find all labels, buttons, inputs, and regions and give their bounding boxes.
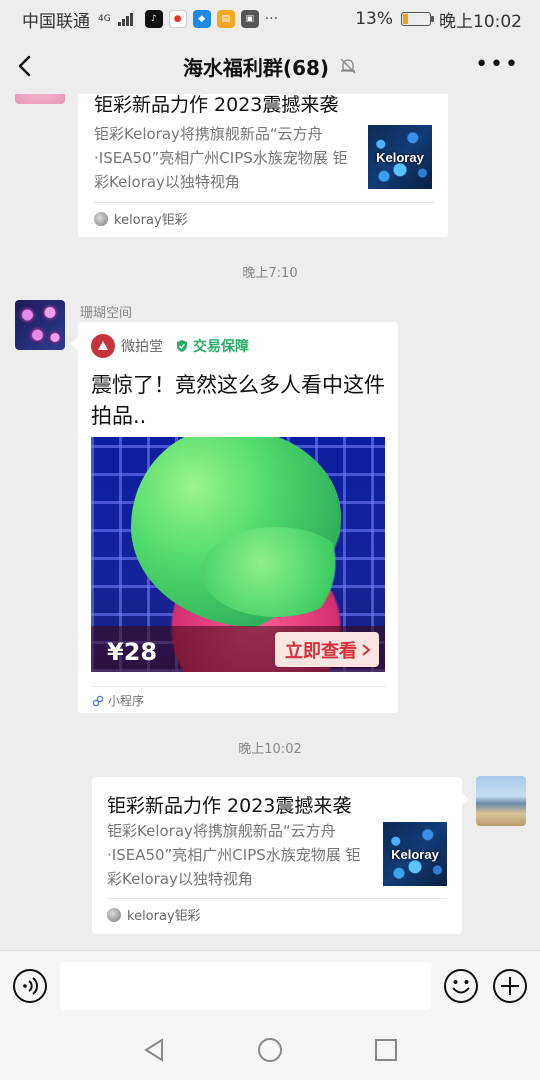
system-recents-icon[interactable]: [372, 1036, 400, 1064]
bubble-tail: [70, 337, 78, 351]
map-pin-icon: ●: [168, 10, 187, 28]
card-divider: [94, 202, 434, 203]
chat-list[interactable]: 钜彩新品力作 2023震撼来袭 钜彩Keloray将携旗舰新品“云方舟·ISEA…: [0, 94, 540, 950]
message-input[interactable]: [60, 962, 431, 1010]
thumbnail-brand: Keloray: [376, 149, 424, 165]
chat-header: 海水福利群(68) •••: [0, 38, 540, 94]
system-back-icon[interactable]: [140, 1036, 168, 1064]
emoji-icon[interactable]: [443, 968, 479, 1004]
more-options-icon[interactable]: •••: [475, 54, 520, 76]
tiktok-icon: ♪: [144, 10, 163, 28]
notes-app-icon: ▤: [216, 10, 235, 28]
battery-percent: 13%: [355, 9, 393, 29]
more-notifications-icon: ···: [264, 11, 279, 27]
system-nav-bar: [0, 1020, 540, 1080]
link-description: 钜彩Keloray将携旗舰新品“云方舟·ISEA50”亮相广州CIPS水族宠物展…: [107, 822, 361, 888]
card-divider: [91, 686, 385, 687]
shield-app-icon: ◆: [192, 10, 211, 28]
shield-check-icon: [177, 340, 187, 352]
chat-title: 海水福利群(68): [182, 55, 330, 80]
weipaitang-logo-icon: [91, 334, 115, 358]
link-description: 钜彩Keloray将携旗舰新品“云方舟·ISEA50”亮相广州CIPS水族宠物展…: [94, 125, 348, 191]
view-now-button[interactable]: 立即查看: [275, 632, 379, 667]
product-image[interactable]: ¥28 立即查看: [91, 437, 385, 672]
input-bar: [0, 950, 540, 1020]
mute-bell-icon: [340, 58, 356, 74]
miniprogram-card[interactable]: 微拍堂 交易保障 震惊了！竟然这么多人看中这件拍品.. ¥28 立即查看 小程序: [78, 322, 398, 713]
link-source: keloray钜彩: [107, 905, 201, 924]
source-name: keloray钜彩: [114, 213, 188, 228]
status-left: 中国联通 4G ♪ ● ◆ ▤ ▣ ···: [22, 7, 278, 32]
back-arrow-icon[interactable]: [12, 52, 40, 80]
title-group: 海水福利群(68): [183, 52, 357, 81]
sender-name: 珊瑚空间: [80, 306, 133, 321]
sender-avatar[interactable]: [15, 94, 65, 104]
product-price: ¥28: [107, 638, 158, 666]
link-card[interactable]: 钜彩新品力作 2023震撼来袭 钜彩Keloray将携旗舰新品“云方舟·ISEA…: [92, 777, 462, 934]
voice-input-icon[interactable]: [12, 968, 48, 1004]
message-timestamp: 晚上10:02: [238, 742, 302, 757]
miniprogram-footer: 小程序: [92, 692, 144, 709]
bubble-tail: [461, 792, 469, 806]
guarantee-badge: 交易保障: [175, 336, 249, 356]
link-source: keloray钜彩: [94, 209, 188, 228]
thumbnail-brand: Keloray: [391, 846, 439, 862]
add-more-icon[interactable]: [492, 968, 528, 1004]
view-now-label: 立即查看: [285, 640, 357, 662]
photo-app-icon: ▣: [240, 10, 259, 28]
network-type: 4G: [98, 13, 111, 24]
sender-avatar[interactable]: [15, 300, 65, 350]
miniprogram-app-name: 微拍堂: [121, 339, 163, 355]
source-logo-icon: [94, 211, 108, 226]
network-label: 4G: [98, 13, 111, 24]
source-logo-icon: [107, 907, 121, 922]
chevron-right-icon: [362, 643, 371, 656]
coral-green-shape: [201, 527, 351, 617]
source-name: keloray钜彩: [127, 909, 201, 924]
link-thumbnail: Keloray: [368, 125, 432, 189]
my-avatar[interactable]: [476, 776, 526, 826]
battery-icon: [401, 12, 434, 26]
system-home-icon[interactable]: [256, 1036, 284, 1064]
message-timestamp: 晚上7:10: [242, 266, 298, 281]
status-right: 13% 晚上10:02: [355, 7, 522, 32]
signal-icon: [117, 12, 133, 26]
link-card[interactable]: 钜彩新品力作 2023震撼来袭 钜彩Keloray将携旗舰新品“云方舟·ISEA…: [78, 94, 448, 237]
status-bar: 中国联通 4G ♪ ● ◆ ▤ ▣ ··· 13% 晚上10:02: [0, 0, 540, 38]
carrier-label: 中国联通: [22, 11, 90, 32]
card-divider: [107, 898, 447, 899]
link-thumbnail: Keloray: [383, 822, 447, 886]
miniprogram-title: 震惊了！竟然这么多人看中这件拍品..: [91, 373, 385, 428]
miniprogram-header: 微拍堂 交易保障: [91, 334, 249, 358]
link-title: 钜彩新品力作 2023震撼来袭: [94, 94, 339, 116]
guarantee-label: 交易保障: [193, 339, 249, 355]
miniprogram-label: 小程序: [108, 694, 145, 708]
link-title: 钜彩新品力作 2023震撼来袭: [107, 795, 352, 817]
clock: 晚上10:02: [439, 11, 522, 32]
miniprogram-icon: [92, 695, 104, 706]
